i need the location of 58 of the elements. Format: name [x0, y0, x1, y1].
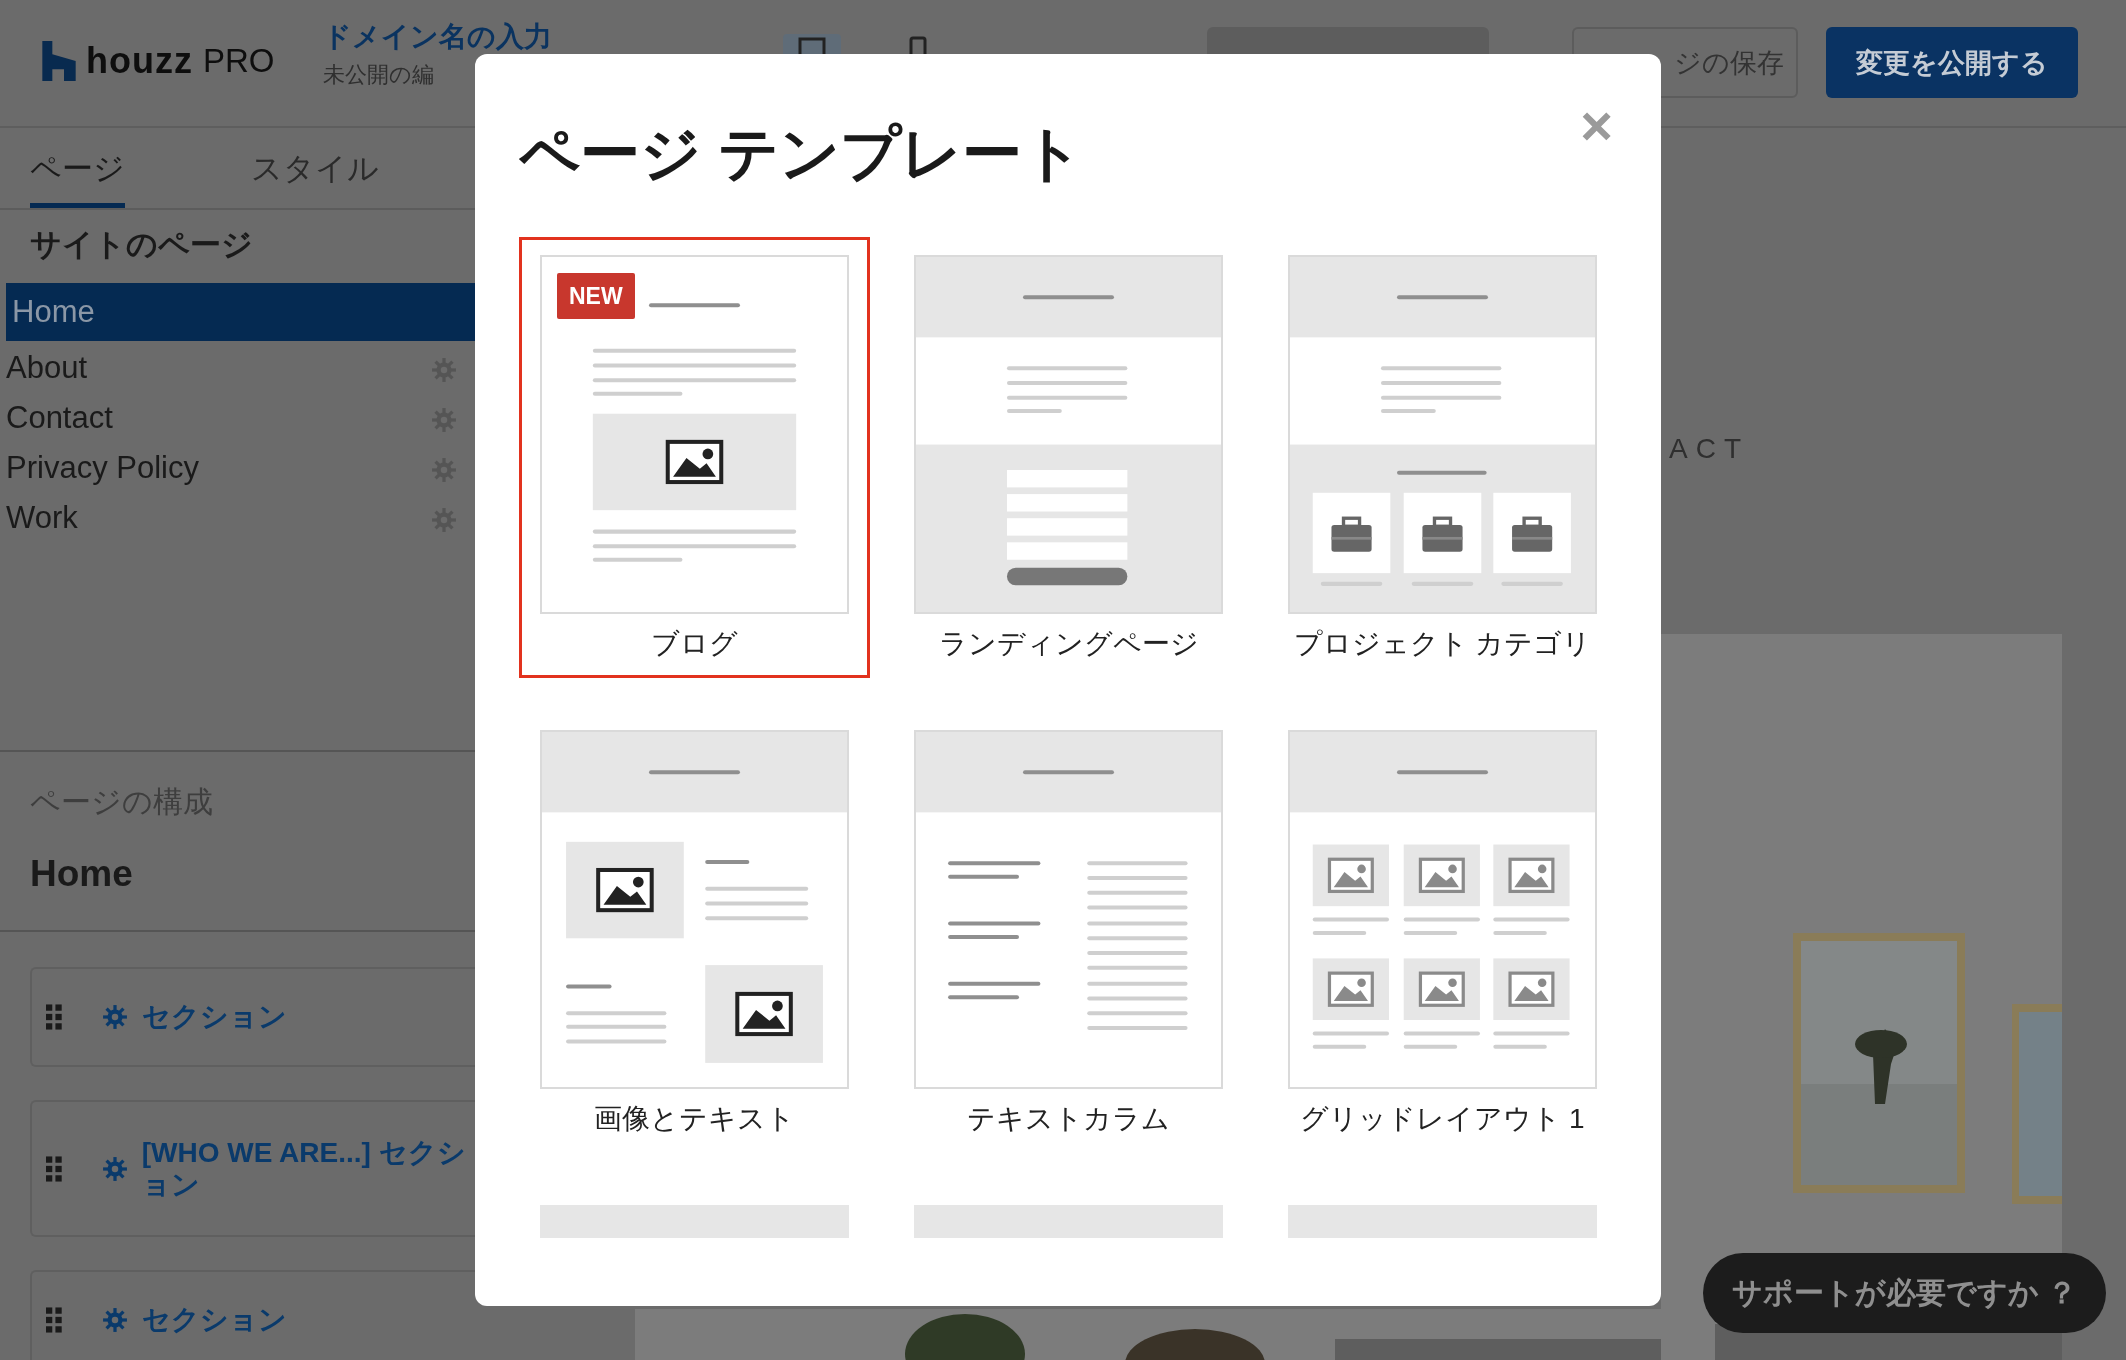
dialog-title: ページ テンプレート	[519, 119, 1083, 189]
image-icon	[735, 991, 793, 1037]
selected-page-row[interactable]: Home	[6, 283, 475, 341]
template-card[interactable]: ランディングページ	[893, 237, 1244, 678]
template-thumbnail[interactable]	[540, 730, 849, 1089]
image-icon	[1418, 971, 1465, 1007]
drag-handle-icon[interactable]	[46, 1155, 62, 1182]
page-item[interactable]: Privacy Policy	[6, 450, 199, 486]
section-link[interactable]: セクション	[141, 1304, 475, 1336]
settings-icon[interactable]	[101, 1307, 128, 1333]
template-name: グリッドレイアウト 1	[1299, 1102, 1586, 1136]
image-icon	[665, 439, 724, 485]
briefcase-icon	[1512, 516, 1553, 552]
close-button[interactable]: ×	[1580, 98, 1613, 154]
template-thumbnail[interactable]	[914, 255, 1223, 614]
nav-link[interactable]: ACT	[1669, 433, 1749, 465]
template-card[interactable]: 画像とテキスト	[519, 712, 870, 1153]
template-name: ランディングページ	[937, 627, 1200, 661]
template-card[interactable]: テキストカラム	[893, 712, 1244, 1153]
sidebar-tab[interactable]: スタイル	[251, 128, 379, 208]
template-thumbnail[interactable]: NEW	[540, 255, 849, 614]
drag-handle-icon[interactable]	[46, 1307, 62, 1333]
settings-icon[interactable]	[101, 1004, 128, 1030]
image-icon	[1418, 857, 1465, 894]
template-name: ブログ	[650, 627, 739, 661]
houzz-pro-logo[interactable]: houzz PRO	[42, 40, 275, 82]
template-card[interactable]: プロジェクト カテゴリ	[1267, 237, 1618, 678]
site-status-text: 未公開の編	[322, 62, 434, 88]
section-link[interactable]: [WHO WE ARE...] セクション	[141, 1136, 475, 1201]
page-item[interactable]: Work	[6, 500, 78, 536]
drag-handle-icon[interactable]	[46, 1004, 62, 1030]
template-name: 画像とテキスト	[593, 1102, 796, 1136]
template-thumbnail[interactable]	[914, 1205, 1223, 1238]
template-card[interactable]: NEW ブログ	[519, 237, 870, 678]
image-icon	[1508, 971, 1555, 1007]
image-icon	[596, 867, 654, 913]
page-title: Home	[30, 853, 134, 895]
image-icon	[1327, 971, 1374, 1007]
template-thumbnail[interactable]	[1288, 255, 1597, 614]
desktop-view-icon[interactable]	[782, 34, 841, 54]
briefcase-icon	[1422, 516, 1463, 552]
template-name: テキストカラム	[966, 1102, 1171, 1136]
image-icon	[1327, 857, 1374, 894]
template-name: プロジェクト カテゴリ	[1292, 627, 1593, 661]
template-thumbnail[interactable]	[1288, 1205, 1597, 1238]
page-item[interactable]: About	[6, 350, 87, 386]
new-badge: NEW	[557, 273, 635, 319]
section-link[interactable]: セクション	[141, 1001, 475, 1033]
template-thumbnail[interactable]	[914, 730, 1223, 1089]
template-thumbnail[interactable]	[1288, 730, 1597, 1089]
briefcase-icon	[1331, 516, 1372, 552]
image-icon	[1508, 857, 1555, 894]
publish-button[interactable]: 変更を公開する	[1826, 27, 2078, 98]
page-item[interactable]: Contact	[6, 400, 113, 436]
site-title-link[interactable]: ドメイン名の入力	[322, 22, 552, 52]
template-thumbnail[interactable]	[540, 1205, 849, 1238]
settings-icon[interactable]	[101, 1155, 128, 1182]
template-card[interactable]: グリッドレイアウト 1	[1267, 712, 1618, 1153]
